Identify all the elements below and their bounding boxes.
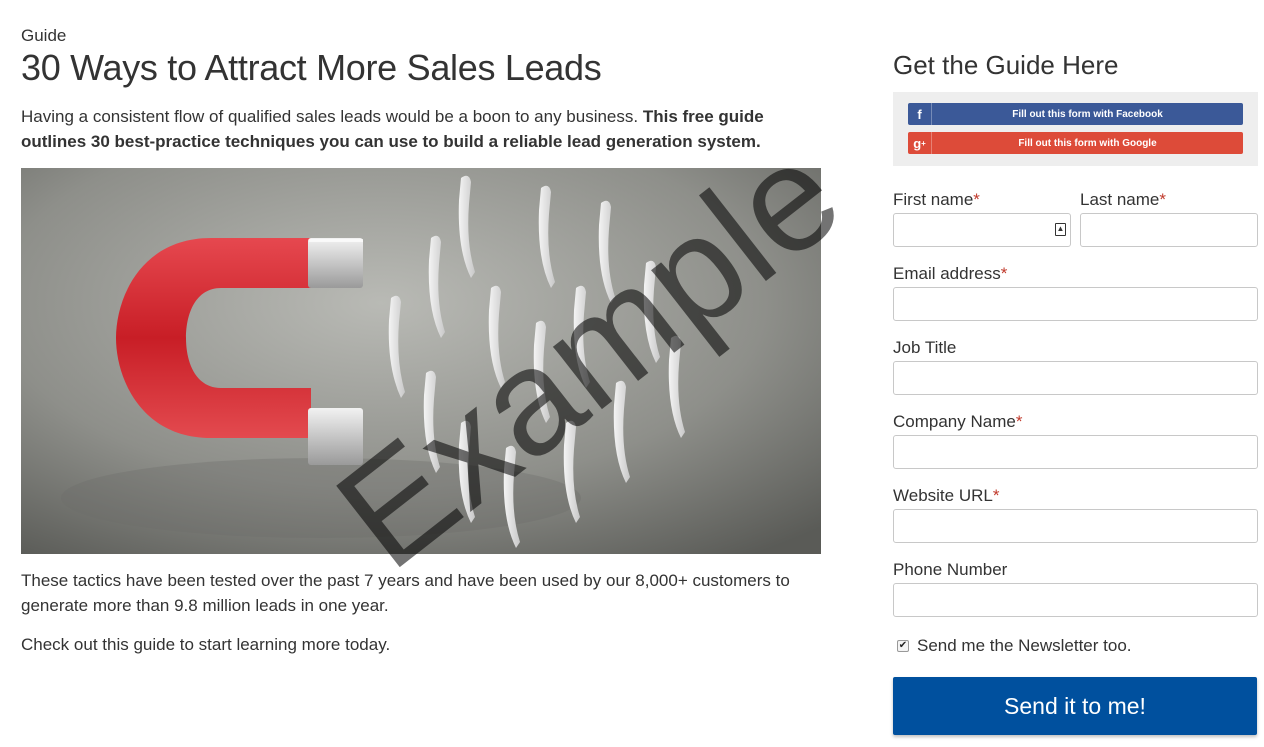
facebook-fill-button[interactable]: f Fill out this form with Facebook bbox=[908, 103, 1243, 125]
google-fill-label: Fill out this form with Google bbox=[1018, 137, 1157, 149]
required-marker: * bbox=[1159, 190, 1167, 209]
google-plus-icon: g + bbox=[908, 132, 932, 154]
email-input[interactable] bbox=[893, 287, 1258, 321]
submit-button[interactable]: Send it to me! bbox=[893, 677, 1257, 735]
intro-plain: Having a consistent flow of qualified sa… bbox=[21, 107, 643, 126]
guide-content: Guide 30 Ways to Attract More Sales Lead… bbox=[21, 26, 821, 657]
job-title-group: Job Title bbox=[893, 338, 1258, 395]
phone-input[interactable] bbox=[893, 583, 1258, 617]
first-name-label: First name* bbox=[893, 190, 980, 209]
email-label: Email address* bbox=[893, 264, 1007, 283]
last-name-label-text: Last name bbox=[1080, 190, 1160, 209]
last-name-input[interactable] bbox=[1080, 213, 1258, 247]
first-name-input[interactable]: ▲ bbox=[893, 213, 1071, 247]
body-paragraph-1: These tactics have been tested over the … bbox=[21, 571, 790, 615]
facebook-icon: f bbox=[908, 103, 932, 125]
phone-label: Phone Number bbox=[893, 560, 1008, 579]
first-name-group: First name* ▲ bbox=[893, 190, 1071, 247]
body-paragraph-2: Check out this guide to start learning m… bbox=[21, 635, 391, 654]
magnet-hero-image bbox=[21, 168, 821, 554]
website-label-text: Website URL bbox=[893, 486, 993, 505]
job-title-label: Job Title bbox=[893, 338, 957, 357]
form-title: Get the Guide Here bbox=[893, 50, 1119, 80]
newsletter-label[interactable]: Send me the Newsletter too. bbox=[917, 636, 1132, 656]
name-row: First name* ▲ Last name* bbox=[893, 190, 1258, 247]
intro-text: Having a consistent flow of qualified sa… bbox=[21, 104, 811, 154]
last-name-group: Last name* bbox=[1080, 190, 1258, 247]
lead-form: Get the Guide Here f Fill out this form … bbox=[893, 50, 1258, 735]
company-label-text: Company Name bbox=[893, 412, 1016, 431]
last-name-label: Last name* bbox=[1080, 190, 1166, 209]
company-label: Company Name* bbox=[893, 412, 1022, 431]
company-group: Company Name* bbox=[893, 412, 1258, 469]
required-marker: * bbox=[992, 486, 1000, 505]
website-group: Website URL* bbox=[893, 486, 1258, 543]
google-fill-button[interactable]: g + Fill out this form with Google bbox=[908, 132, 1243, 154]
company-input[interactable] bbox=[893, 435, 1258, 469]
website-label: Website URL* bbox=[893, 486, 999, 505]
required-marker: * bbox=[973, 190, 980, 209]
job-title-input[interactable] bbox=[893, 361, 1258, 395]
newsletter-row: ✔ Send me the Newsletter too. bbox=[893, 636, 1258, 656]
social-fill-panel: f Fill out this form with Facebook g + Fi… bbox=[893, 92, 1258, 166]
required-marker: * bbox=[1000, 264, 1008, 283]
eyebrow-label: Guide bbox=[21, 26, 67, 45]
newsletter-checkbox[interactable]: ✔ bbox=[897, 640, 909, 652]
page-title: 30 Ways to Attract More Sales Leads bbox=[21, 47, 602, 88]
email-group: Email address* bbox=[893, 264, 1258, 321]
website-input[interactable] bbox=[893, 509, 1258, 543]
phone-group: Phone Number bbox=[893, 560, 1258, 617]
email-label-text: Email address bbox=[893, 264, 1001, 283]
first-name-label-text: First name bbox=[893, 190, 974, 209]
facebook-fill-label: Fill out this form with Facebook bbox=[1012, 108, 1163, 120]
contact-card-icon[interactable]: ▲ bbox=[1055, 223, 1066, 236]
required-marker: * bbox=[1015, 412, 1023, 431]
